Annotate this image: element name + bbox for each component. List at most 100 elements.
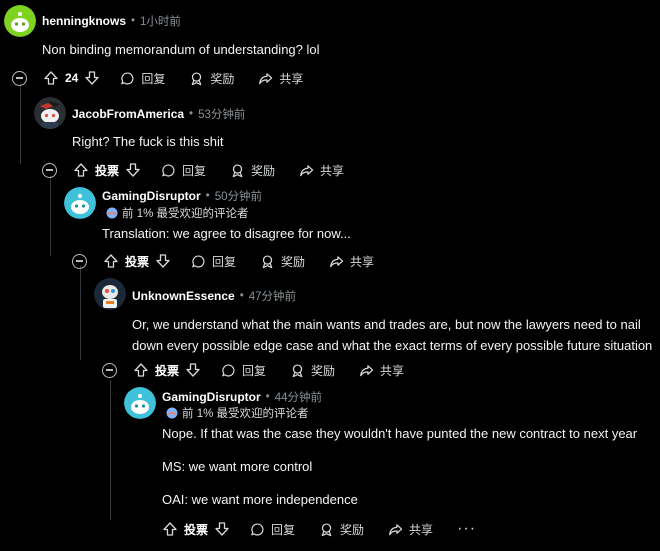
action-bar: 投票 回复 奖励 共享 [42,158,368,182]
username[interactable]: henningknows [42,14,126,28]
share-button[interactable]: 共享 [329,253,374,270]
timestamp[interactable]: 53分钟前 [198,106,245,122]
reply-icon [121,71,134,85]
award-button[interactable]: 奖励 [260,253,305,270]
downvote-icon[interactable] [214,521,230,537]
comment-text: OAI: we want more independence [162,492,358,507]
award-icon [321,522,332,536]
upvote-icon[interactable] [73,162,89,178]
downvote-icon[interactable] [125,162,141,178]
avatar[interactable] [34,97,66,129]
vote-control: 投票 [103,253,171,270]
avatar[interactable] [4,5,36,37]
thread-line [20,84,21,164]
collapse-icon[interactable] [102,362,117,378]
avatar[interactable] [94,278,126,310]
share-icon [389,523,403,535]
separator: • [205,190,210,202]
award-icon [262,254,273,268]
flair-icon [106,207,118,219]
separator: • [189,108,194,120]
action-bar: 投票 回复 奖励 共享 ··· [162,517,476,541]
share-button[interactable]: 共享 [388,521,433,538]
timestamp[interactable]: 44分钟前 [275,389,322,405]
collapse-icon[interactable] [12,70,27,86]
username[interactable]: GamingDisruptor [162,390,261,404]
action-bar: 投票 回复 奖励 共享 [72,249,398,273]
downvote-icon[interactable] [185,362,201,378]
downvote-icon[interactable] [155,253,171,269]
share-label: 共享 [350,254,375,269]
collapse-icon[interactable] [42,162,57,178]
share-button[interactable]: 共享 [359,362,404,379]
vote-label: 投票 [125,254,150,269]
comment-body: Or, we understand what the main wants an… [132,313,652,358]
username[interactable]: JacobFromAmerica [72,107,184,121]
reply-icon [222,363,235,377]
reply-label: 回复 [141,71,166,86]
vote-control: 24 [43,70,100,86]
timestamp[interactable]: 1小时前 [140,13,181,29]
share-button[interactable]: 共享 [258,70,303,87]
downvote-icon[interactable] [84,70,100,86]
reply-icon [162,163,175,177]
comment-text: Translation: we agree to disagree for no… [102,226,351,241]
share-icon [360,364,374,376]
upvote-icon[interactable] [43,70,59,86]
comment-body: Right? The fuck is this shit [72,130,224,154]
comment-text: Non binding memorandum of understanding?… [42,42,320,57]
user-flair: 前 1% 最受欢迎的评论者 [106,205,249,221]
upvote-icon[interactable] [133,362,149,378]
share-button[interactable]: 共享 [299,162,344,179]
collapse-icon[interactable] [72,253,87,269]
upvote-icon[interactable] [162,521,178,537]
award-button[interactable]: 奖励 [230,162,275,179]
separator: • [239,290,244,302]
comment-text: MS: we want more control [162,459,313,474]
award-label: 奖励 [340,522,365,537]
reply-button[interactable]: 回复 [250,521,295,538]
vote-label: 投票 [184,522,209,537]
vote-label: 投票 [155,363,180,378]
separator: • [265,391,270,403]
reply-button[interactable]: 回复 [120,70,165,87]
award-button[interactable]: 奖励 [290,362,335,379]
more-options-icon[interactable]: ··· [457,520,476,538]
award-button[interactable]: 奖励 [189,70,234,87]
flair-icon [166,407,178,419]
comment-body: Nope. If that was the case they wouldn't… [162,422,637,512]
flair-text: 前 1% 最受欢迎的评论者 [122,208,249,220]
award-icon [232,163,243,177]
award-icon [292,363,303,377]
award-button[interactable]: 奖励 [319,521,364,538]
upvote-icon[interactable] [103,253,119,269]
timestamp[interactable]: 47分钟前 [249,288,296,304]
avatar[interactable] [64,187,96,219]
comment-text: Nope. If that was the case they wouldn't… [162,426,638,441]
timestamp[interactable]: 50分钟前 [215,188,262,204]
award-label: 奖励 [251,163,276,178]
share-label: 共享 [380,363,405,378]
share-icon [330,255,344,267]
username[interactable]: UnknownEssence [132,289,235,303]
user-flair: 前 1% 最受欢迎的评论者 [166,405,309,421]
avatar[interactable] [124,387,156,419]
snoo-avatar [34,97,66,129]
separator: • [131,15,136,27]
vote-control: 投票 [73,162,141,179]
share-label: 共享 [320,163,345,178]
award-label: 奖励 [281,254,306,269]
thread-line [80,266,81,360]
award-icon [192,71,202,85]
vote-control: 投票 [162,521,230,538]
username[interactable]: GamingDisruptor [102,189,201,203]
reply-button[interactable]: 回复 [161,162,206,179]
reply-icon [192,254,205,268]
reply-label: 回复 [212,254,237,269]
reply-button[interactable]: 回复 [191,253,236,270]
reply-label: 回复 [242,363,267,378]
thread-line [110,380,111,520]
snoo-avatar [94,278,126,310]
share-icon [300,164,314,176]
reply-button[interactable]: 回复 [221,362,266,379]
